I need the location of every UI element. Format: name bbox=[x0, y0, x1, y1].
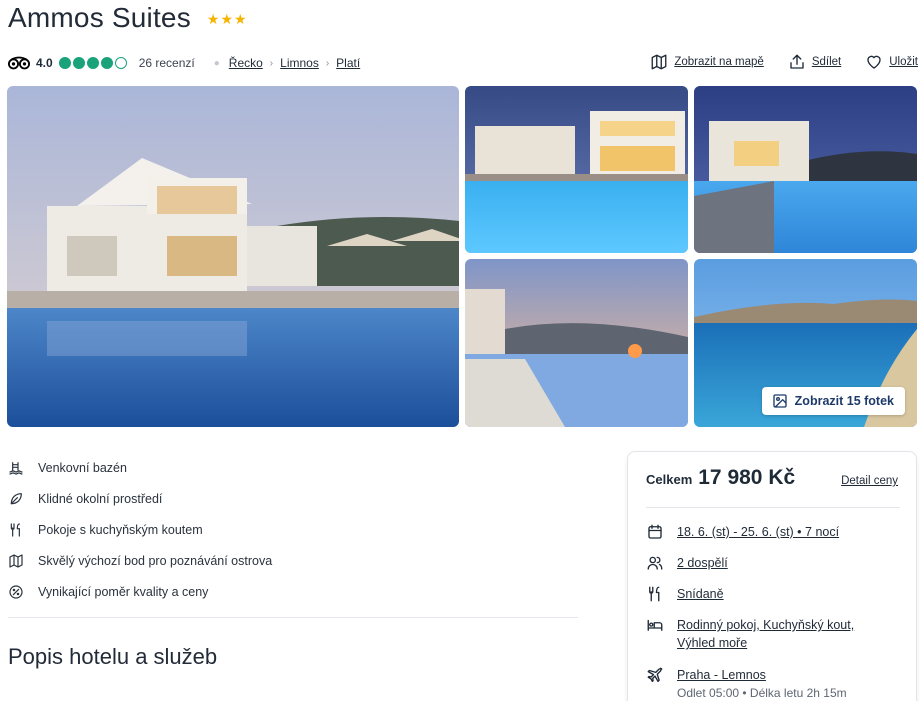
rating-bubble-filled bbox=[86, 57, 99, 69]
rating-bubble-filled bbox=[72, 57, 85, 69]
amenity-label: Skvělý výchozí bod pro poznávání ostrova bbox=[38, 553, 273, 568]
tripadvisor-icon bbox=[8, 56, 30, 70]
room-row[interactable]: Rodinný pokoj, Kuchyňský kout, Výhled mo… bbox=[646, 616, 854, 652]
amenity-item: Venkovní bazén bbox=[8, 452, 272, 483]
leaf-icon bbox=[10, 492, 22, 504]
map-icon bbox=[9, 553, 23, 568]
amenity-label: Venkovní bazén bbox=[38, 460, 127, 475]
share-icon bbox=[790, 54, 804, 69]
breadcrumb-town[interactable]: Platí bbox=[336, 56, 360, 70]
show-all-photos-label: Zobrazit 15 fotek bbox=[794, 394, 894, 408]
show-on-map-button[interactable]: Zobrazit na mapě bbox=[650, 53, 764, 71]
gallery-photo[interactable] bbox=[694, 86, 917, 253]
amenity-item: Skvělý výchozí bod pro poznávání ostrova bbox=[8, 545, 272, 576]
users-icon bbox=[647, 556, 663, 570]
title-row: Ammos Suites ★★★ bbox=[8, 2, 248, 34]
breadcrumb-separator: › bbox=[325, 57, 330, 69]
description-title: Popis hotelu a služeb bbox=[8, 644, 218, 669]
section-divider bbox=[8, 617, 578, 618]
total-price: 17 980 Kč bbox=[698, 466, 796, 489]
calendar-icon bbox=[648, 524, 662, 539]
meta-row: 4.0 26 recenzí ● Řecko › Limnos › Platí … bbox=[8, 53, 918, 73]
review-count[interactable]: 26 recenzí bbox=[139, 56, 195, 70]
dates-value: 18. 6. (st) - 25. 6. (st) • 7 nocí bbox=[677, 525, 840, 539]
gallery-photo[interactable]: Zobrazit 15 fotek bbox=[694, 259, 917, 427]
cutlery-icon bbox=[10, 522, 20, 537]
star-rating: ★★★ bbox=[206, 10, 248, 27]
total-price-row: Celkem 17 980 Kč bbox=[646, 466, 795, 490]
amenity-label: Pokoje s kuchyňským koutem bbox=[38, 522, 203, 537]
amenity-label: Vynikající poměr kvality a ceny bbox=[38, 584, 209, 599]
rating-bubbles bbox=[58, 57, 127, 69]
gallery-photo[interactable] bbox=[465, 259, 688, 427]
flight-row[interactable]: Praha - Lemnos Odlet 05:00 • Délka letu … bbox=[646, 666, 847, 701]
pool-icon bbox=[9, 461, 23, 475]
image-icon bbox=[773, 394, 787, 408]
guests-row[interactable]: 2 dospělí bbox=[646, 554, 728, 572]
rating-score: 4.0 bbox=[36, 56, 53, 70]
separator-dot: ● bbox=[213, 57, 220, 69]
plane-icon bbox=[647, 667, 663, 683]
price-box-divider bbox=[646, 507, 900, 508]
cutlery-icon bbox=[649, 586, 660, 602]
rating-bubble-filled bbox=[58, 57, 71, 69]
room-value-line1: Rodinný pokoj, Kuchyňský kout, bbox=[677, 618, 855, 632]
price-summary-box: Celkem 17 980 Kč Detail ceny 18. 6. (st)… bbox=[627, 451, 917, 701]
breadcrumb-separator: › bbox=[269, 57, 274, 69]
amenity-item: Klidné okolní prostředí bbox=[8, 483, 272, 514]
amenity-item: Pokoje s kuchyňským koutem bbox=[8, 514, 272, 545]
breadcrumb-island[interactable]: Limnos bbox=[280, 56, 319, 70]
map-icon bbox=[651, 54, 667, 70]
dates-row[interactable]: 18. 6. (st) - 25. 6. (st) • 7 nocí bbox=[646, 523, 839, 541]
price-detail-link[interactable]: Detail ceny bbox=[841, 475, 898, 487]
gallery-photo[interactable] bbox=[465, 86, 688, 253]
guests-value: 2 dospělí bbox=[677, 556, 728, 570]
show-on-map-label: Zobrazit na mapě bbox=[674, 56, 764, 68]
room-value-line2: Výhled moře bbox=[677, 636, 748, 650]
share-button[interactable]: Sdílet bbox=[788, 53, 841, 71]
flight-detail: Odlet 05:00 • Délka letu 2h 15m bbox=[677, 686, 847, 700]
hotel-title: Ammos Suites bbox=[8, 2, 191, 33]
header-actions: Zobrazit na mapě Sdílet Uložit bbox=[626, 53, 918, 71]
board-value: Snídaně bbox=[677, 587, 724, 601]
amenity-item: Vynikající poměr kvality a ceny bbox=[8, 576, 272, 607]
show-all-photos-button[interactable]: Zobrazit 15 fotek bbox=[761, 387, 905, 415]
save-button[interactable]: Uložit bbox=[865, 53, 918, 71]
amenity-label: Klidné okolní prostředí bbox=[38, 491, 163, 506]
amenities-list: Venkovní bazén Klidné okolní prostředí P… bbox=[8, 452, 272, 607]
share-label: Sdílet bbox=[811, 56, 842, 68]
breadcrumb-country[interactable]: Řecko bbox=[229, 56, 263, 70]
bed-icon bbox=[647, 619, 663, 631]
discount-icon bbox=[9, 584, 23, 599]
save-label: Uložit bbox=[889, 56, 918, 68]
heart-icon bbox=[867, 55, 881, 69]
main-photo[interactable] bbox=[7, 86, 459, 427]
rating-bubble-filled bbox=[100, 57, 113, 69]
board-row[interactable]: Snídaně bbox=[646, 585, 724, 603]
total-label: Celkem bbox=[646, 472, 693, 487]
flight-route: Praha - Lemnos bbox=[677, 668, 766, 682]
rating-bubble-empty bbox=[114, 57, 127, 69]
